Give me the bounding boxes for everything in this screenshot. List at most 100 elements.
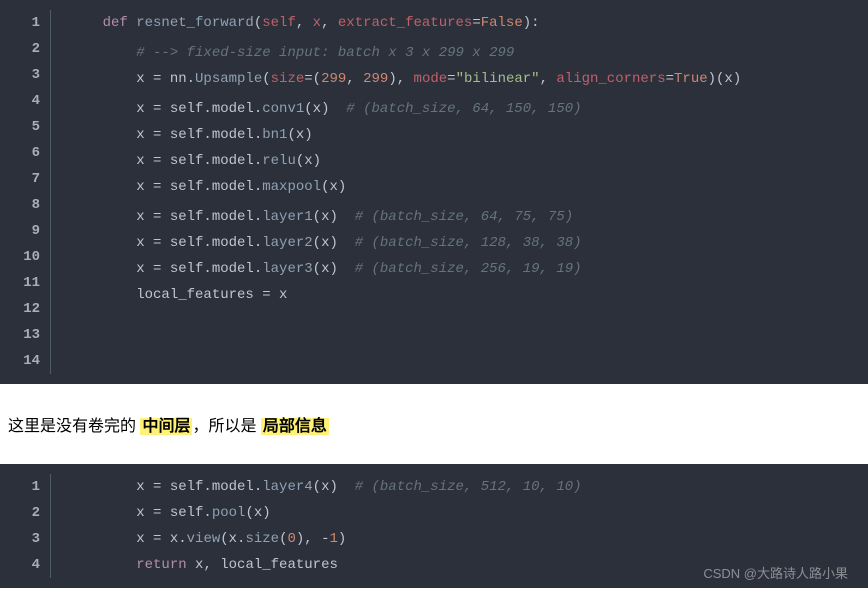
code-token: self. [161, 505, 211, 521]
code-token: (x) [245, 505, 270, 521]
code-token: self [262, 15, 296, 31]
code-token: = [304, 71, 312, 87]
code-token: x [271, 287, 288, 303]
line-number: 7 [0, 166, 50, 192]
code-token: 299 [321, 71, 346, 87]
code-line: x = self.model.bn1(x) [51, 122, 868, 148]
line-number: 2 [0, 36, 50, 62]
code-token [69, 557, 136, 573]
code-token: # (batch_size, 256, 19, 19) [355, 261, 582, 277]
code-line: x = nn.Upsample(size=(299, 299), mode="b… [51, 66, 868, 92]
code-token: self.model. [161, 261, 262, 277]
code-token: x [69, 479, 153, 495]
code-token: , [346, 71, 363, 87]
code-token: = [472, 15, 480, 31]
line-number: 14 [0, 348, 50, 374]
code-token: x [69, 531, 153, 547]
code-token: ): [523, 15, 540, 31]
code-token: x [69, 209, 153, 225]
code-token: align_corners [556, 71, 665, 87]
line-number: 2 [0, 500, 50, 526]
line-number: 3 [0, 526, 50, 552]
code-line: x = self.model.maxpool(x) [51, 174, 868, 200]
code-block-2: 1234 x = self.model.layer4(x) # (batch_s… [0, 464, 868, 588]
code-token: size [245, 531, 279, 547]
code-token: x, local_features [187, 557, 338, 573]
code-token: x [69, 153, 153, 169]
code-token: = [262, 287, 270, 303]
code-token: # (batch_size, 64, 75, 75) [355, 209, 573, 225]
code-token: nn. [161, 71, 195, 87]
code-token: , [540, 71, 557, 87]
code-token: )(x) [708, 71, 742, 87]
code-token: ( [313, 71, 321, 87]
line-number: 13 [0, 322, 50, 348]
line-number: 1 [0, 10, 50, 36]
code-token: x [69, 179, 153, 195]
line-number: 3 [0, 62, 50, 88]
line-number: 11 [0, 270, 50, 296]
code-token: # (batch_size, 128, 38, 38) [355, 235, 582, 251]
code-token: self.model. [161, 153, 262, 169]
highlight-middle-layer: 中间层 [140, 418, 192, 435]
line-number: 1 [0, 474, 50, 500]
code-area-2[interactable]: x = self.model.layer4(x) # (batch_size, … [51, 464, 868, 588]
code-token: x [69, 127, 153, 143]
code-token: # --> fixed-size input: batch x 3 x 299 … [136, 45, 514, 61]
code-token: 0 [287, 531, 295, 547]
code-token: size [271, 71, 305, 87]
code-token: return [136, 557, 186, 573]
code-token: resnet_forward [136, 15, 254, 31]
code-token: x [69, 235, 153, 251]
line-number: 5 [0, 114, 50, 140]
code-token: mode [414, 71, 448, 87]
code-token: , [296, 15, 313, 31]
code-token: local_features [69, 287, 262, 303]
code-token: layer2 [262, 235, 312, 251]
code-token: self.model. [161, 209, 262, 225]
code-token: pool [212, 505, 246, 521]
code-token: conv1 [262, 101, 304, 117]
line-number: 9 [0, 218, 50, 244]
line-number: 4 [0, 88, 50, 114]
code-line: x = self.model.layer1(x) # (batch_size, … [51, 204, 868, 230]
code-token: False [481, 15, 523, 31]
code-line: x = self.model.relu(x) [51, 148, 868, 174]
code-line: x = self.model.layer3(x) # (batch_size, … [51, 256, 868, 282]
code-token: self.model. [161, 127, 262, 143]
explanation-part-2: ，所以是 [192, 418, 260, 435]
code-token: x [69, 261, 153, 277]
code-token: = [666, 71, 674, 87]
code-token: x. [161, 531, 186, 547]
code-token: ( [254, 15, 262, 31]
code-token: = [447, 71, 455, 87]
code-token: # (batch_size, 512, 10, 10) [355, 479, 582, 495]
line-number: 10 [0, 244, 50, 270]
code-token: extract_features [338, 15, 472, 31]
highlight-local-info: 局部信息 [261, 418, 329, 435]
code-token: 299 [363, 71, 388, 87]
code-token: (x) [313, 479, 355, 495]
code-token: , [321, 15, 338, 31]
code-token: "bilinear" [456, 71, 540, 87]
code-token: ), [388, 71, 413, 87]
line-number: 12 [0, 296, 50, 322]
code-token: layer1 [262, 209, 312, 225]
line-number: 6 [0, 140, 50, 166]
code-token: True [674, 71, 708, 87]
code-line: local_features = x [51, 282, 868, 308]
code-token: ( [262, 71, 270, 87]
code-area-1[interactable]: def resnet_forward(self, x, extract_feat… [51, 0, 868, 384]
line-number: 4 [0, 552, 50, 578]
code-token: 1 [330, 531, 338, 547]
code-token: self.model. [161, 479, 262, 495]
code-token: x [69, 505, 153, 521]
code-block-1: 1234567891011121314 def resnet_forward(s… [0, 0, 868, 384]
code-token: relu [262, 153, 296, 169]
code-token: (x) [321, 179, 346, 195]
code-token: ), [296, 531, 321, 547]
code-token: x [69, 101, 153, 117]
code-line: def resnet_forward(self, x, extract_feat… [51, 10, 868, 36]
code-line: x = x.view(x.size(0), -1) [51, 526, 868, 552]
code-token: x [69, 71, 153, 87]
